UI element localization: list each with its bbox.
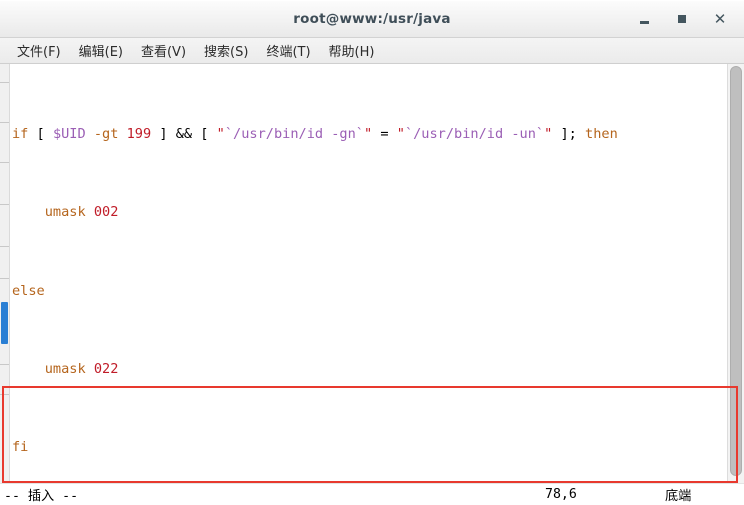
menu-terminal[interactable]: 终端(T) [257,39,319,62]
code-line: umask 022 [12,360,727,380]
vim-screen[interactable]: if [ $UID -gt 199 ] && [ "`/usr/bin/id -… [10,64,727,505]
menu-file[interactable]: 文件(F) [8,39,70,62]
code-line: else [12,282,727,302]
menu-view[interactable]: 查看(V) [132,39,195,62]
maximize-button[interactable] [672,9,692,29]
maximize-icon [678,15,686,23]
menu-edit[interactable]: 编辑(E) [70,39,132,62]
menu-search[interactable]: 搜索(S) [195,39,257,62]
code-line: if [ $UID -gt 199 ] && [ "`/usr/bin/id -… [12,125,727,145]
right-scrollbar-thumb[interactable] [730,66,742,476]
window-controls: ✕ [634,1,736,37]
code-line: umask 002 [12,203,727,223]
code-line: fi [12,438,727,458]
terminal-body: if [ $UID -gt 199 ] && [ "`/usr/bin/id -… [0,64,744,505]
scroll-location: 底端 [665,485,691,504]
minimize-button[interactable] [634,9,654,29]
left-scrollbar[interactable] [0,64,10,505]
code-area[interactable]: if [ $UID -gt 199 ] && [ "`/usr/bin/id -… [10,64,727,505]
close-button[interactable]: ✕ [710,9,730,29]
close-icon: ✕ [714,12,727,27]
menubar: 文件(F) 编辑(E) 查看(V) 搜索(S) 终端(T) 帮助(H) [0,38,744,64]
window-title: root@www:/usr/java [293,11,450,27]
right-scrollbar[interactable] [727,64,744,505]
left-scrollbar-thumb[interactable] [1,302,8,344]
titlebar[interactable]: root@www:/usr/java ✕ [0,0,744,38]
vim-mode-indicator: -- 插入 -- [0,485,78,504]
vim-status-line: -- 插入 -- 78,6 底端 [0,483,744,505]
menu-help[interactable]: 帮助(H) [320,39,384,62]
cursor-position: 78,6 [545,487,577,502]
terminal-window: root@www:/usr/java ✕ 文件(F) 编辑(E) 查看(V) 搜… [0,0,744,505]
minimize-icon [640,21,649,24]
